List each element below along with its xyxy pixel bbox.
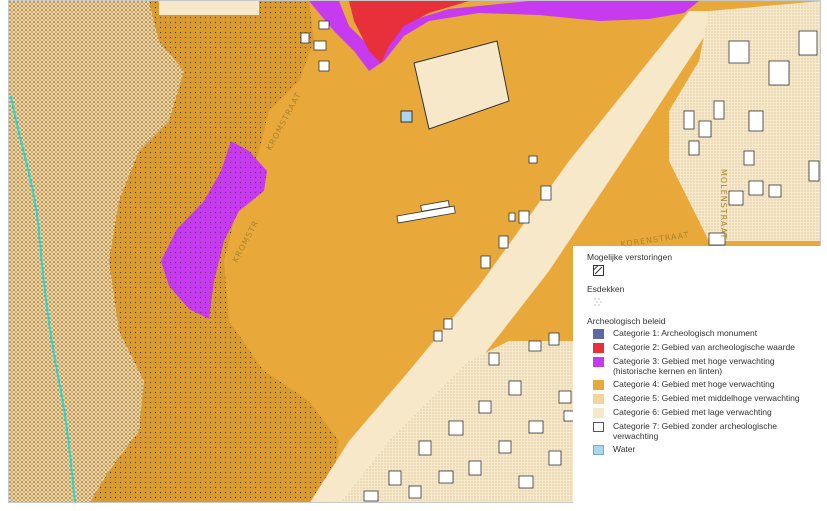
swatch-cat1-icon (593, 329, 604, 339)
swatch-water-icon (593, 445, 604, 455)
street-label-molenstraat: MOLENSTRAAT (719, 169, 728, 239)
legend-label: Categorie 1: Archeologisch monument (613, 328, 758, 338)
legend-row-cat5: Categorie 5: Gebied met middelhoge verwa… (587, 393, 807, 404)
legend-row-water: Water (587, 444, 807, 455)
legend-row-cat4: Categorie 4: Gebied met hoge verwachting (587, 379, 807, 390)
legend-row-cat3: Categorie 3: Gebied met hoge verwachting… (587, 356, 807, 376)
legend-label: Categorie 7: Gebied zonder archeologisch… (613, 421, 777, 441)
legend-label: Categorie 3: Gebied met hoge verwachting… (613, 356, 775, 376)
swatch-cat6-icon (593, 408, 604, 418)
swatch-cat4-icon (593, 380, 604, 390)
cat6-top-strip[interactable] (159, 1, 259, 15)
swatch-cat2-icon (593, 343, 604, 353)
legend-label: Categorie 2: Gebied van archeologische w… (613, 342, 795, 352)
swatch-cat5-icon (593, 394, 604, 404)
swatch-cat7-icon (593, 422, 604, 432)
legend-label: Categorie 6: Gebied met lage verwachting (613, 407, 772, 417)
hatch-swatch-icon (593, 265, 604, 276)
legend-row-cat7: Categorie 7: Gebied zonder archeologisch… (587, 421, 807, 441)
small-water-building[interactable] (400, 110, 413, 123)
legend-row-cat6: Categorie 6: Gebied met lage verwachting (587, 407, 807, 418)
legend-label: Water (613, 444, 636, 454)
swatch-cat3-icon (593, 357, 604, 367)
legend-label: Categorie 5: Gebied met middelhoge verwa… (613, 393, 800, 403)
legend-row-cat2: Categorie 2: Gebied van archeologische w… (587, 342, 807, 353)
legend-row-cat1: Categorie 1: Archeologisch monument (587, 328, 807, 339)
legend-items: Categorie 1: Archeologisch monument Cate… (587, 328, 807, 455)
legend-section-policy: Archeologisch beleid (587, 316, 666, 326)
legend-section-disturbances: Mogelijke verstoringen (587, 252, 673, 262)
map-legend: Mogelijke verstoringen Esdekken Archeolo… (573, 246, 821, 503)
dots-swatch-icon (593, 297, 604, 308)
legend-section-esdekken: Esdekken (587, 284, 625, 294)
legend-label: Categorie 4: Gebied met hoge verwachting (613, 379, 775, 389)
